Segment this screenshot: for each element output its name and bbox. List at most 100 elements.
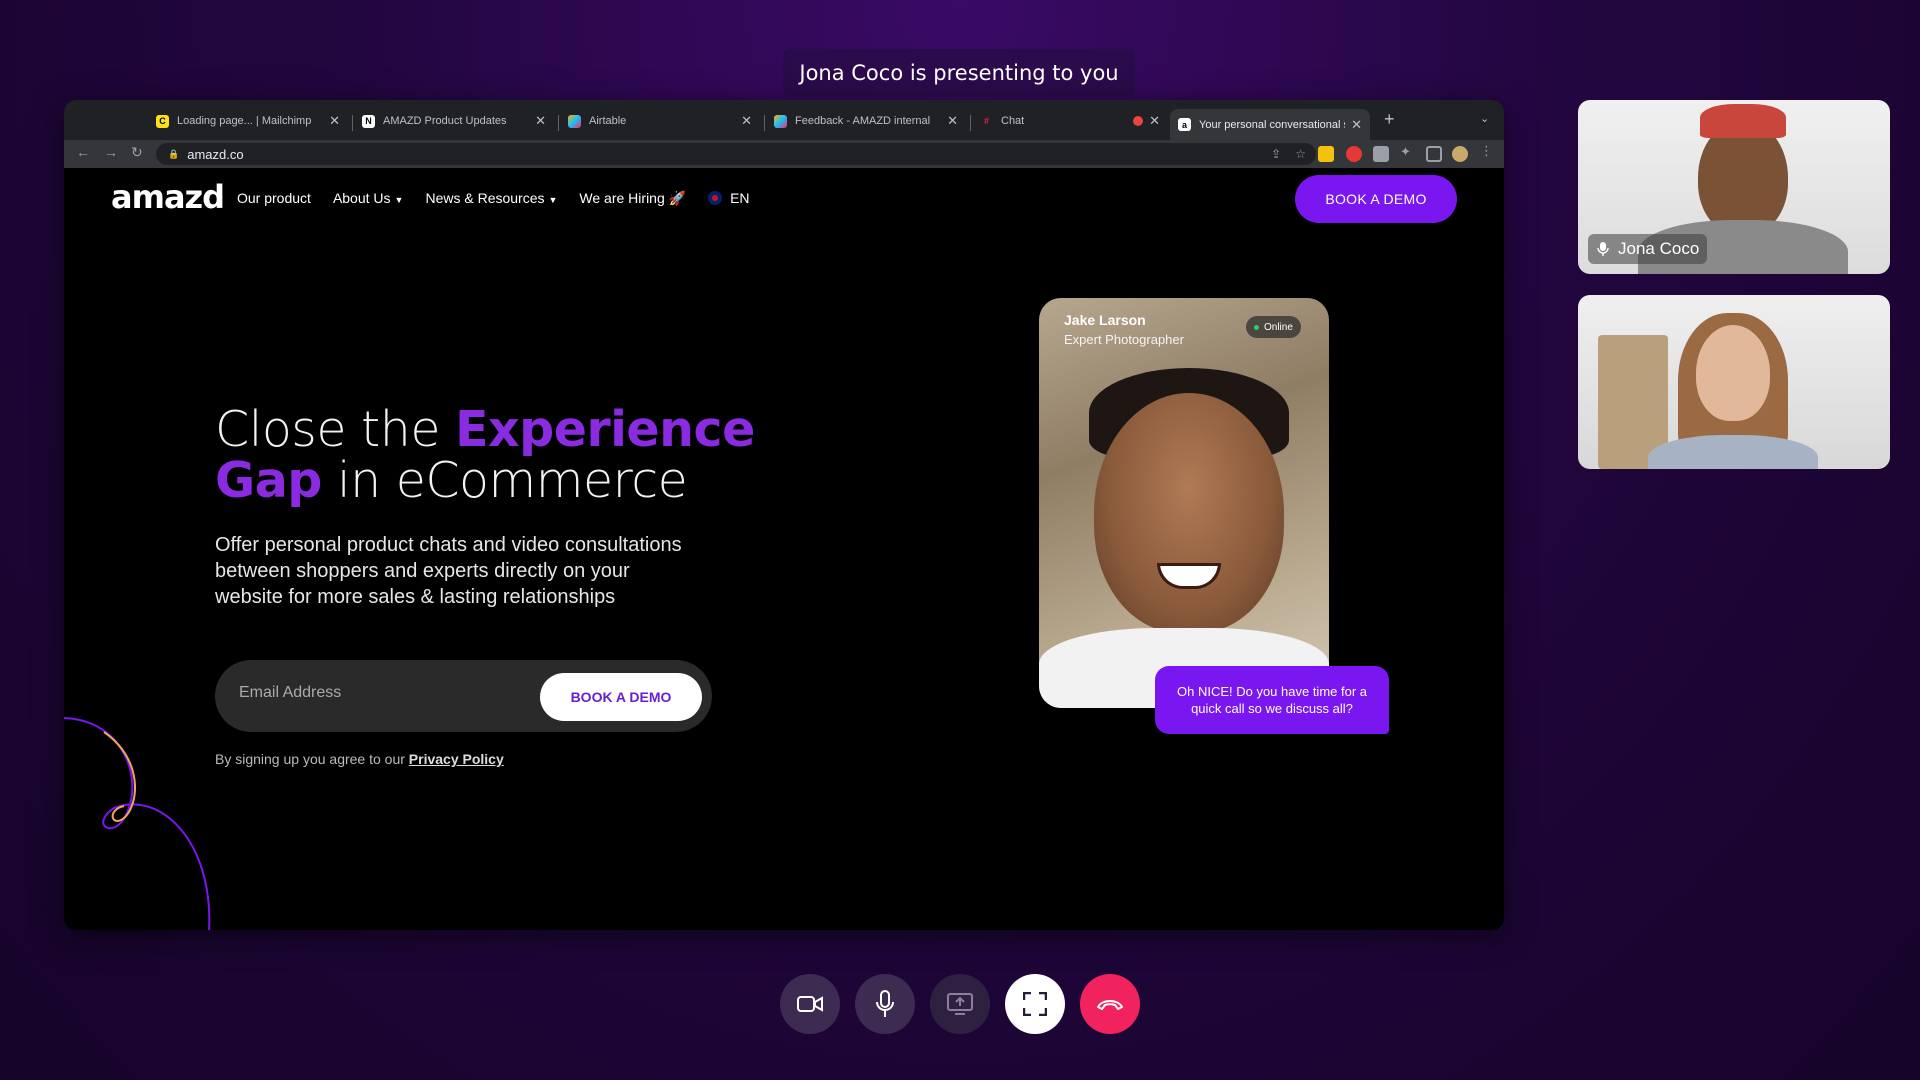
tab-label: Airtable <box>589 115 627 127</box>
close-tab-icon[interactable]: ✕ <box>535 113 546 129</box>
call-controls <box>780 974 1140 1034</box>
tab-search-chevron-icon[interactable]: ⌄ <box>1480 112 1489 125</box>
tab-label: Loading page... | Mailchimp <box>177 115 312 127</box>
headline-highlight1: Experience <box>455 401 755 458</box>
extension-notes-icon[interactable] <box>1318 146 1334 162</box>
tab-label: Your personal conversational s <box>1199 118 1346 131</box>
browser-toolbar: ← → ↻ 🔒 amazd.co ⇪ ☆ ✦ ⋮ <box>64 140 1504 168</box>
extension-camera-icon[interactable] <box>1373 146 1389 162</box>
slack-favicon-icon: # <box>983 116 989 126</box>
shared-browser-window: C Loading page... | Mailchimp ✕ N AMAZD … <box>64 100 1504 930</box>
expert-name: Jake Larson <box>1064 312 1146 328</box>
decorative-swirl-icon <box>64 717 211 930</box>
book-demo-form-button[interactable]: BOOK A DEMO <box>540 673 702 721</box>
airtable-favicon-icon <box>568 114 581 128</box>
participant-tile-self[interactable] <box>1578 295 1890 469</box>
tab-mailchimp[interactable]: C Loading page... | Mailchimp ✕ <box>148 109 348 133</box>
nav-about-us[interactable]: About Us ▼ <box>333 190 404 207</box>
caret-down-icon: ▼ <box>394 195 404 205</box>
camera-icon <box>797 996 823 1012</box>
camera-toggle-button[interactable] <box>780 974 840 1034</box>
microphone-icon <box>1597 242 1609 256</box>
hero-headline: Close the Experience Gap in eCommerce <box>215 404 775 506</box>
uk-flag-icon <box>708 191 723 205</box>
close-tab-icon[interactable]: ✕ <box>1351 117 1362 133</box>
nav-language[interactable]: EN <box>708 190 750 207</box>
airtable-favicon-icon <box>774 114 787 128</box>
reload-icon[interactable]: ↻ <box>131 144 143 161</box>
expert-face-image <box>1094 393 1284 633</box>
share-icon[interactable]: ⇪ <box>1271 147 1281 161</box>
hang-up-icon <box>1097 1000 1123 1010</box>
site-nav: Our product About Us ▼ News & Resources ▼ … <box>237 190 750 207</box>
forward-icon[interactable]: → <box>104 144 118 160</box>
participant-shirt <box>1648 435 1818 469</box>
privacy-policy-link[interactable]: Privacy Policy <box>409 751 504 767</box>
tab-label: Feedback - AMAZD internal <box>795 115 931 127</box>
online-dot-icon <box>1254 324 1259 330</box>
language-label: EN <box>730 190 750 206</box>
participant-tile-jona[interactable]: Jona Coco <box>1578 100 1890 274</box>
url-text: amazd.co <box>187 146 244 162</box>
notion-favicon-icon: N <box>362 114 375 128</box>
caret-down-icon: ▼ <box>548 195 558 205</box>
close-tab-icon[interactable]: ✕ <box>329 113 340 129</box>
amazd-website: amazd Our product About Us ▼ News & Resou… <box>64 168 1504 930</box>
expert-role: Expert Photographer <box>1064 332 1184 347</box>
nav-about-us-label: About Us <box>332 190 391 206</box>
extensions-puzzle-icon[interactable]: ✦ <box>1400 144 1416 160</box>
close-tab-icon[interactable]: ✕ <box>741 113 752 129</box>
hang-up-button[interactable] <box>1080 974 1140 1034</box>
headline-part1: Close the <box>215 401 456 458</box>
share-screen-button[interactable] <box>930 974 990 1034</box>
new-tab-icon[interactable]: + <box>1384 109 1395 130</box>
headline-highlight2: Gap <box>215 452 322 509</box>
participant-video <box>1696 325 1770 421</box>
presenting-banner: Jona Coco is presenting to you <box>783 49 1135 97</box>
book-demo-header-button[interactable]: BOOK A DEMO <box>1295 175 1457 223</box>
close-tab-icon[interactable]: ✕ <box>1149 113 1160 129</box>
email-input[interactable] <box>239 684 499 702</box>
tab-feedback[interactable]: Feedback - AMAZD internal ✕ <box>766 109 966 133</box>
amazd-favicon-icon: a <box>1178 118 1191 131</box>
profile-avatar[interactable] <box>1452 146 1468 162</box>
side-panel-icon[interactable] <box>1426 146 1442 162</box>
lock-icon: 🔒 <box>168 148 180 159</box>
more-menu-icon[interactable]: ⋮ <box>1480 143 1496 159</box>
microphone-icon <box>876 990 894 1017</box>
tab-airtable[interactable]: Airtable ✕ <box>560 109 760 133</box>
headline-part2: in eCommerce <box>321 452 688 509</box>
amazd-logo[interactable]: amazd <box>111 178 225 216</box>
expert-video-card: Jake Larson Expert Photographer Online <box>1039 298 1329 708</box>
tab-label: AMAZD Product Updates <box>383 115 507 127</box>
bookmark-star-icon[interactable]: ☆ <box>1295 147 1306 161</box>
privacy-note: By signing up you agree to our Privacy P… <box>215 751 504 767</box>
tab-label: Chat <box>1001 115 1025 127</box>
nav-news-resources[interactable]: News & Resources ▼ <box>425 190 557 207</box>
extension-record-icon[interactable] <box>1346 146 1362 162</box>
hero-subtitle: Offer personal product chats and video c… <box>215 534 682 608</box>
fullscreen-icon <box>1023 992 1047 1016</box>
tab-amazd-active[interactable]: a Your personal conversational s ✕ <box>1170 109 1370 140</box>
tab-chat[interactable]: # Chat ✕ <box>972 109 1168 133</box>
share-screen-icon <box>947 993 973 1015</box>
chat-bubble: Oh NICE! Do you have time for a quick ca… <box>1155 666 1389 734</box>
participant-name: Jona Coco <box>1618 239 1700 258</box>
participant-cap <box>1700 104 1786 138</box>
nav-hiring[interactable]: We are Hiring 🚀 <box>579 190 686 207</box>
mic-toggle-button[interactable] <box>855 974 915 1034</box>
nav-news-label: News & Resources <box>425 190 545 206</box>
nav-our-product[interactable]: Our product <box>237 190 311 207</box>
mailchimp-favicon-icon: C <box>156 114 169 128</box>
online-label: Online <box>1264 321 1293 333</box>
tab-amazd-product-updates[interactable]: N AMAZD Product Updates ✕ <box>354 109 554 133</box>
participant-nametag: Jona Coco <box>1588 234 1708 264</box>
fullscreen-button[interactable] <box>1005 974 1065 1034</box>
online-status-badge: Online <box>1246 316 1301 338</box>
back-icon[interactable]: ← <box>76 144 90 160</box>
recording-indicator-icon <box>1133 116 1144 126</box>
address-bar[interactable]: 🔒 amazd.co ⇪ ☆ <box>156 143 1316 165</box>
signup-form: BOOK A DEMO <box>215 660 712 732</box>
tab-strip: C Loading page... | Mailchimp ✕ N AMAZD … <box>64 100 1504 140</box>
close-tab-icon[interactable]: ✕ <box>947 113 958 129</box>
